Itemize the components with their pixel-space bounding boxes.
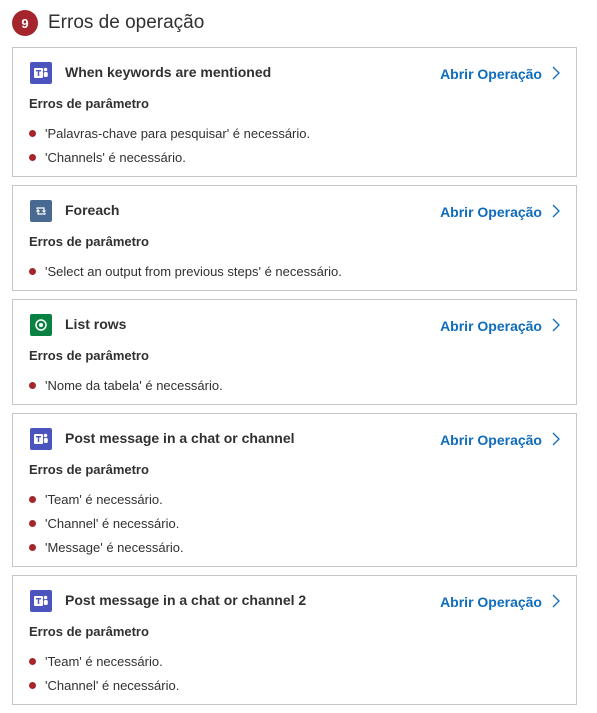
operation-card-when-keywords: When keywords are mentioned Abrir Operaç… [12,47,577,177]
error-list: 'Nome da tabela' é necessário. [29,373,223,397]
chevron-right-icon[interactable] [550,317,562,333]
error-item: 'Select an output from previous steps' é… [29,259,342,283]
section-label: Erros de parâmetro [29,348,149,363]
error-dot-icon [29,543,36,551]
chevron-right-icon[interactable] [550,431,562,447]
operation-name: Post message in a chat or channel [65,430,295,446]
operation-name: Post message in a chat or channel 2 [65,592,307,608]
error-text: 'Palavras-chave para pesquisar' é necess… [45,125,311,141]
open-operation-link[interactable]: Abrir Operação [440,318,542,334]
error-dot-icon [29,153,36,161]
error-item: 'Team' é necessário. [29,649,179,673]
operation-name: When keywords are mentioned [65,64,272,80]
section-label: Erros de parâmetro [29,624,149,639]
dataverse-icon [30,314,52,336]
operation-card-foreach: Foreach Abrir Operação Erros de parâmetr… [12,185,577,291]
error-text: 'Channels' é necessário. [45,149,186,165]
error-count-badge: 9 [12,10,38,36]
error-item: 'Palavras-chave para pesquisar' é necess… [29,121,310,145]
error-item: 'Message' é necessário. [29,535,184,559]
error-item: 'Nome da tabela' é necessário. [29,373,223,397]
operation-name: Foreach [65,202,120,218]
error-item: 'Channel' é necessário. [29,673,179,697]
error-item: 'Team' é necessário. [29,487,184,511]
operation-card-post-message: Post message in a chat or channel Abrir … [12,413,577,567]
teams-icon [30,62,52,84]
error-text: 'Channel' é necessário. [45,515,180,531]
error-text: 'Channel' é necessário. [45,677,180,693]
error-text: 'Select an output from previous steps' é… [45,263,342,279]
section-label: Erros de parâmetro [29,462,149,477]
section-label: Erros de parâmetro [29,234,149,249]
error-dot-icon [29,381,36,389]
error-dot-icon [29,519,36,527]
error-dot-icon [29,657,36,665]
open-operation-link[interactable]: Abrir Operação [440,66,542,82]
open-operation-link[interactable]: Abrir Operação [440,594,542,610]
error-text: 'Message' é necessário. [45,539,184,555]
open-operation-link[interactable]: Abrir Operação [440,204,542,220]
error-list: 'Team' é necessário. 'Channel' é necessá… [29,649,179,697]
error-text: 'Team' é necessário. [45,491,163,507]
error-list: 'Select an output from previous steps' é… [29,259,342,283]
error-dot-icon [29,129,36,137]
chevron-right-icon[interactable] [550,593,562,609]
operation-card-post-message-2: Post message in a chat or channel 2 Abri… [12,575,577,705]
loop-icon [30,200,52,222]
teams-icon [30,428,52,450]
operation-card-list-rows: List rows Abrir Operação Erros de parâme… [12,299,577,405]
errors-header: 9 Erros de operação [12,8,204,38]
error-item: 'Channels' é necessário. [29,145,310,169]
section-label: Erros de parâmetro [29,96,149,111]
chevron-right-icon[interactable] [550,203,562,219]
error-list: 'Team' é necessário. 'Channel' é necessá… [29,487,184,559]
teams-icon [30,590,52,612]
open-operation-link[interactable]: Abrir Operação [440,432,542,448]
operation-name: List rows [65,316,127,332]
page-title: Erros de operação [48,12,205,33]
chevron-right-icon[interactable] [550,65,562,81]
error-text: 'Team' é necessário. [45,653,163,669]
error-item: 'Channel' é necessário. [29,511,184,535]
error-list: 'Palavras-chave para pesquisar' é necess… [29,121,310,169]
error-dot-icon [29,267,36,275]
error-dot-icon [29,495,36,503]
error-dot-icon [29,681,36,689]
error-text: 'Nome da tabela' é necessário. [45,377,223,393]
